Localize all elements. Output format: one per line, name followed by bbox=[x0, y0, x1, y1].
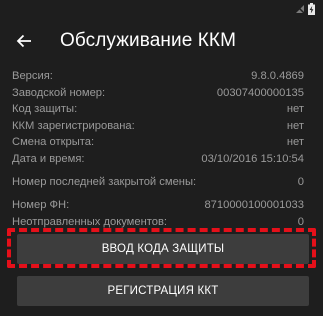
info-value: 0 bbox=[297, 175, 304, 188]
battery-charging-icon bbox=[308, 3, 315, 15]
info-label: Заводской номер: bbox=[12, 86, 106, 99]
info-value: нет bbox=[286, 119, 304, 132]
enter-protection-code-button[interactable]: ВВОД КОДА ЗАЩИТЫ bbox=[17, 234, 309, 264]
signal-off-icon bbox=[295, 4, 305, 14]
info-label: Дата и время: bbox=[12, 152, 85, 165]
info-row-unsent-documents: Неотправленных документов: 0 bbox=[12, 214, 304, 231]
back-button[interactable] bbox=[10, 27, 38, 55]
info-value: 03/10/2016 15:10:54 bbox=[201, 152, 304, 165]
info-value: нет bbox=[286, 136, 304, 148]
info-row-fn-number: Номер ФН: 8710000100001033 bbox=[12, 197, 304, 214]
info-value: нет bbox=[286, 103, 304, 115]
info-value: 8710000100001033 bbox=[204, 199, 304, 211]
info-label: Номер последней закрытой смены: bbox=[12, 175, 197, 188]
info-label: Код защиты: bbox=[12, 103, 78, 115]
info-label: Номер ФН: bbox=[12, 199, 70, 211]
app-bar: Обслуживание ККМ bbox=[0, 18, 323, 64]
info-label: Смена открыта: bbox=[12, 136, 95, 148]
info-row-registered: ККМ зарегистрирована: нет bbox=[12, 118, 304, 135]
kkt-registration-button[interactable]: РЕГИСТРАЦИЯ ККТ bbox=[17, 276, 309, 306]
info-value: 00307400000135 bbox=[216, 86, 304, 99]
info-label: ККМ зарегистрирована: bbox=[12, 119, 135, 132]
info-value: 9.8.0.4869 bbox=[251, 70, 304, 82]
app-screen: Обслуживание ККМ Версия: 9.8.0.4869 Заво… bbox=[0, 0, 323, 316]
info-row-shift-open: Смена открыта: нет bbox=[12, 134, 304, 151]
status-bar bbox=[0, 0, 323, 18]
info-row-protection-code: Код защиты: нет bbox=[12, 101, 304, 118]
page-title: Обслуживание ККМ bbox=[60, 30, 237, 51]
info-label: Неотправленных документов: bbox=[12, 215, 168, 228]
arrow-left-icon bbox=[16, 34, 31, 48]
info-row-serial-number: Заводской номер: 00307400000135 bbox=[12, 85, 304, 102]
info-row-datetime: Дата и время: 03/10/2016 15:10:54 bbox=[12, 151, 304, 168]
info-value: 0 bbox=[297, 215, 304, 228]
info-label: Версия: bbox=[12, 70, 53, 82]
kkm-info-list: Версия: 9.8.0.4869 Заводской номер: 0030… bbox=[12, 68, 304, 230]
info-row-last-closed-shift: Номер последней закрытой смены: 0 bbox=[12, 167, 304, 197]
info-row-version: Версия: 9.8.0.4869 bbox=[12, 68, 304, 85]
